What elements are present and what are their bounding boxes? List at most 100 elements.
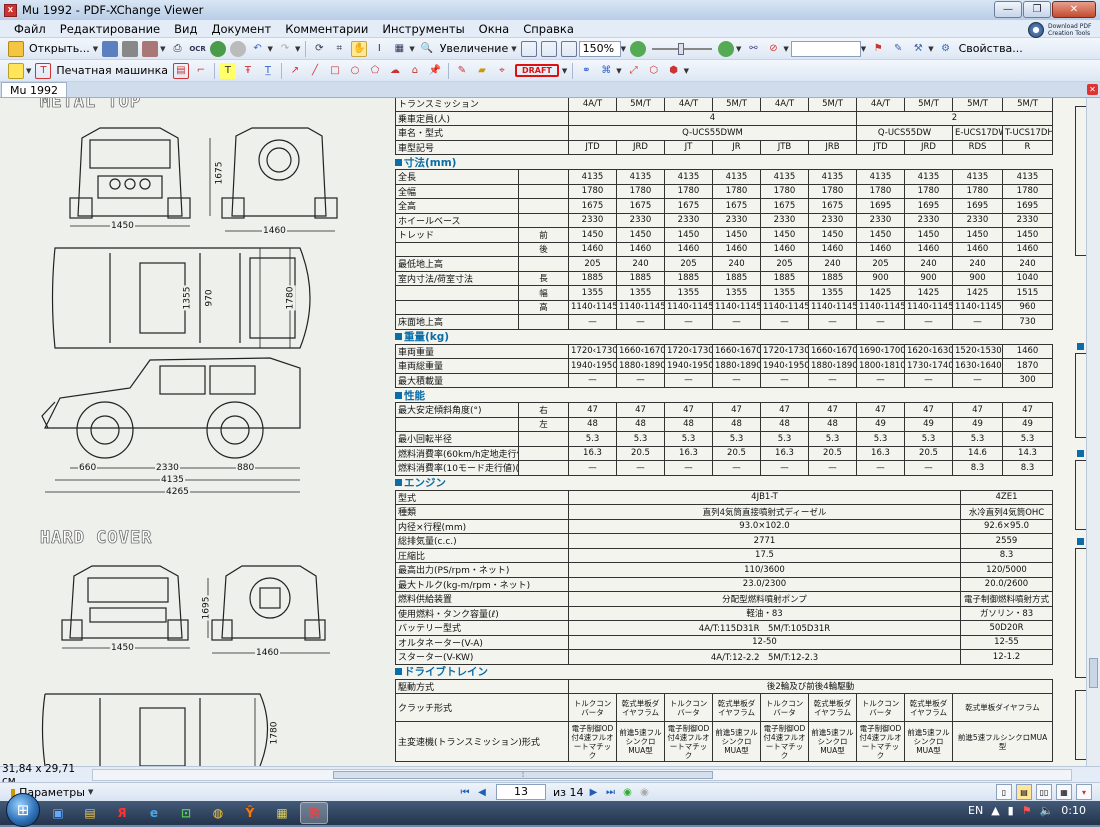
menu-file[interactable]: Файл bbox=[0, 22, 53, 36]
last-page-icon[interactable]: ⏭ bbox=[604, 785, 618, 799]
view-options-icon[interactable]: ▾ bbox=[1076, 784, 1092, 800]
zoom-tool-dropdown-icon[interactable]: ▼ bbox=[511, 45, 516, 53]
zoom-icon[interactable]: 🔍 bbox=[419, 41, 435, 57]
download-pdf-tools-link[interactable]: Download PDF Creation Tools bbox=[1028, 20, 1092, 40]
close-button[interactable]: ✕ bbox=[1052, 1, 1096, 18]
menu-edit[interactable]: Редактирование bbox=[53, 22, 167, 36]
actual-size-icon[interactable] bbox=[520, 40, 537, 57]
tools-icon[interactable]: ⚒ bbox=[910, 41, 926, 57]
close-tab-icon[interactable]: ✕ bbox=[1087, 84, 1098, 95]
zoom-level-input[interactable]: 150% bbox=[578, 40, 621, 57]
area-dropdown-icon[interactable]: ▼ bbox=[684, 67, 689, 75]
email-icon[interactable] bbox=[142, 40, 159, 57]
rotate-icon[interactable]: ⟳ bbox=[311, 41, 327, 57]
select-icon[interactable]: ⌗ bbox=[331, 41, 347, 57]
hand-tool-icon[interactable]: ✋ bbox=[351, 40, 368, 57]
highlight-find-dropdown-icon[interactable]: ▼ bbox=[783, 45, 788, 53]
underline-icon[interactable]: T̲ bbox=[260, 63, 276, 79]
measure-icon[interactable]: ⌖ bbox=[494, 63, 510, 79]
oval-icon[interactable]: ○ bbox=[347, 63, 363, 79]
vertical-scrollbar[interactable] bbox=[1086, 98, 1100, 766]
taskbar-pdf-viewer-icon[interactable]: ⎘ bbox=[300, 802, 328, 824]
fit-width-icon[interactable] bbox=[560, 40, 577, 57]
zoom-level-dropdown-icon[interactable]: ▼ bbox=[621, 45, 626, 53]
eraser-icon[interactable]: ▰ bbox=[474, 63, 490, 79]
typewriter-button[interactable]: Печатная машинка bbox=[56, 64, 168, 77]
rectangle-icon[interactable]: □ bbox=[327, 63, 343, 79]
zoom-in-icon[interactable] bbox=[718, 40, 735, 57]
menu-view[interactable]: Вид bbox=[167, 22, 204, 36]
undo-icon[interactable]: ↶ bbox=[250, 41, 266, 57]
zoom-in-dropdown-icon[interactable]: ▼ bbox=[736, 45, 741, 53]
email-dropdown-icon[interactable]: ▼ bbox=[160, 45, 165, 53]
sticky-note-icon[interactable] bbox=[8, 62, 24, 79]
typewriter-icon[interactable]: T bbox=[35, 62, 52, 79]
taskbar-opera-icon[interactable]: Ŷ bbox=[236, 802, 264, 824]
volume-icon[interactable]: 🔈 bbox=[1040, 804, 1054, 817]
taskbar-save-icon[interactable]: ▣ bbox=[44, 802, 72, 824]
page-number-input[interactable]: 13 bbox=[496, 784, 546, 800]
ocr-icon[interactable]: OCR bbox=[189, 41, 205, 57]
stamp-icon[interactable]: ⚑ bbox=[870, 41, 886, 57]
snapshot-icon[interactable]: ▦ bbox=[391, 41, 407, 57]
save-icon[interactable] bbox=[102, 40, 119, 57]
area-icon[interactable]: ⬢ bbox=[666, 63, 682, 79]
maximize-button[interactable]: ❐ bbox=[1023, 1, 1051, 18]
first-page-icon[interactable]: ⏮ bbox=[458, 785, 472, 799]
continuous-page-icon[interactable]: ▤ bbox=[1016, 784, 1032, 800]
callout-icon[interactable]: ⌐ bbox=[193, 63, 209, 79]
previous-page-icon[interactable]: ◀ bbox=[475, 785, 489, 799]
redo-dropdown-icon[interactable]: ▼ bbox=[295, 45, 300, 53]
forward-icon[interactable] bbox=[229, 40, 246, 57]
file-attach-dropdown-icon[interactable]: ▼ bbox=[616, 67, 621, 75]
tray-expand-icon[interactable]: ▲ bbox=[991, 804, 999, 817]
sticky-note-dropdown-icon[interactable]: ▼ bbox=[26, 67, 31, 75]
undo-dropdown-icon[interactable]: ▼ bbox=[268, 45, 273, 53]
zoom-slider-knob[interactable] bbox=[678, 42, 685, 55]
facing-pages-icon[interactable]: ▯▯ bbox=[1036, 784, 1052, 800]
draft-stamp-dropdown-icon[interactable]: ▼ bbox=[562, 67, 567, 75]
horizontal-scrollbar[interactable]: ⦙ bbox=[92, 769, 1072, 781]
text-box-icon[interactable]: ▤ bbox=[172, 62, 189, 79]
clock[interactable]: 0:10 bbox=[1061, 804, 1086, 817]
taskbar-ie-icon[interactable]: e bbox=[140, 802, 168, 824]
strikeout-icon[interactable]: Ŧ bbox=[240, 63, 256, 79]
line-icon[interactable]: ╱ bbox=[307, 63, 323, 79]
pencil-icon[interactable]: ✎ bbox=[454, 63, 470, 79]
file-attach-icon[interactable]: ⌘ bbox=[598, 63, 614, 79]
single-page-icon[interactable]: ▯ bbox=[996, 784, 1012, 800]
taskbar-green-app-icon[interactable]: ⊡ bbox=[172, 802, 200, 824]
network-icon[interactable]: ▮ bbox=[1008, 804, 1014, 817]
text-select-icon[interactable]: Ⅰ bbox=[371, 41, 387, 57]
zoom-tool-button[interactable]: Увеличение bbox=[440, 42, 509, 55]
start-button[interactable]: ⊞ bbox=[6, 793, 40, 827]
sign-icon[interactable]: ✎ bbox=[890, 41, 906, 57]
forward-view-icon[interactable]: ◉ bbox=[638, 785, 652, 799]
scan-icon[interactable]: ⎙ bbox=[170, 41, 186, 57]
search-dropdown-icon[interactable]: ▼ bbox=[861, 45, 866, 53]
continuous-facing-icon[interactable]: ▦ bbox=[1056, 784, 1072, 800]
taskbar-explorer-icon[interactable]: ▤ bbox=[76, 802, 104, 824]
link-icon[interactable]: ⚭ bbox=[578, 63, 594, 79]
menu-comments[interactable]: Комментарии bbox=[278, 22, 375, 36]
polyline-icon[interactable]: ⌂ bbox=[407, 63, 423, 79]
print-icon[interactable] bbox=[122, 40, 139, 57]
highlight-text-icon[interactable]: T bbox=[219, 62, 236, 79]
draft-stamp-button[interactable]: DRAFT bbox=[514, 64, 559, 77]
polygon-icon[interactable]: ⬠ bbox=[367, 63, 383, 79]
taskbar-calculator-icon[interactable]: ▦ bbox=[268, 802, 296, 824]
zoom-out-icon[interactable] bbox=[630, 40, 647, 57]
open-dropdown-icon[interactable]: ▼ bbox=[93, 45, 98, 53]
binoculars-icon[interactable]: ⚯ bbox=[745, 41, 761, 57]
pushpin-icon[interactable]: 📌 bbox=[427, 63, 443, 79]
zoom-slider[interactable] bbox=[652, 42, 713, 55]
next-page-icon[interactable]: ▶ bbox=[587, 785, 601, 799]
minimize-button[interactable]: — bbox=[994, 1, 1022, 18]
taskbar-yandex-icon[interactable]: Я bbox=[108, 802, 136, 824]
arrow-icon[interactable]: ↗ bbox=[287, 63, 303, 79]
horizontal-scroll-thumb[interactable]: ⦙ bbox=[333, 771, 713, 779]
cloud-icon[interactable]: ☁ bbox=[387, 63, 403, 79]
fit-page-icon[interactable] bbox=[540, 40, 557, 57]
properties-button[interactable]: Свойства... bbox=[959, 42, 1023, 55]
back-view-icon[interactable]: ◉ bbox=[621, 785, 635, 799]
